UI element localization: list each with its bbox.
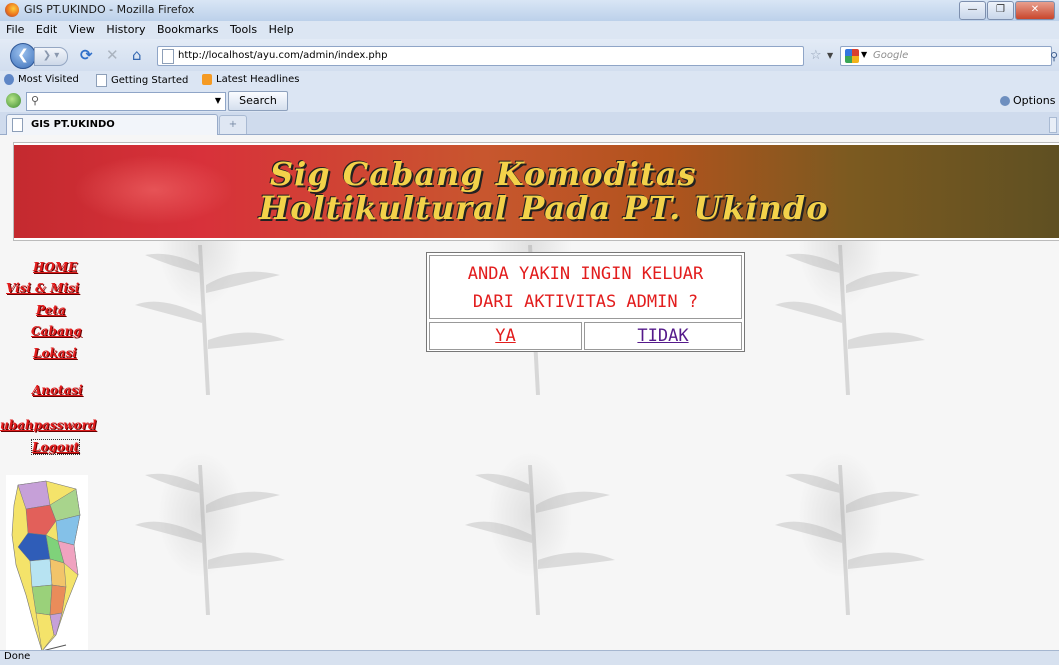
- stop-icon[interactable]: ✕: [106, 47, 119, 63]
- banner-title-line2: Holtikultural Pada PT. Ukindo: [259, 189, 829, 227]
- menu-view[interactable]: View: [65, 21, 99, 36]
- bookmarks-toolbar: Most Visited Getting Started Latest Head…: [0, 71, 1059, 90]
- sidebar-item-peta[interactable]: Peta: [36, 303, 66, 317]
- tab-strip: GIS PT.UKINDO +: [0, 112, 1059, 135]
- menu-bar: File Edit View History Bookmarks Tools H…: [0, 21, 1059, 39]
- bookmark-most-visited[interactable]: Most Visited: [4, 74, 79, 85]
- new-tab-button[interactable]: +: [219, 115, 247, 134]
- confirm-message: ANDA YAKIN INGIN KELUAR DARI AKTIVITAS A…: [429, 255, 742, 319]
- logout-confirm-table: ANDA YAKIN INGIN KELUAR DARI AKTIVITAS A…: [426, 252, 745, 352]
- back-button[interactable]: ❮: [10, 43, 36, 69]
- status-text: Done: [4, 651, 31, 662]
- options-icon: [1000, 95, 1010, 106]
- sidebar-item-anotasi[interactable]: Anotasi: [32, 383, 83, 397]
- status-bar: Done: [0, 650, 1059, 665]
- bookmark-latest-headlines[interactable]: Latest Headlines: [202, 74, 300, 85]
- no-link[interactable]: TIDAK: [637, 326, 688, 346]
- most-visited-icon: [4, 74, 14, 85]
- search-toolbar: ⚲ ▼ Search Options: [0, 90, 1059, 112]
- page-icon: [162, 49, 174, 64]
- search-icon[interactable]: ⚲: [1050, 50, 1058, 63]
- no-cell: TIDAK: [584, 322, 742, 350]
- sidebar-item-home[interactable]: HOME: [33, 260, 77, 274]
- menu-bookmarks[interactable]: Bookmarks: [153, 21, 222, 36]
- url-text: http://localhost/ayu.com/admin/index.php: [178, 50, 388, 61]
- bookmark-getting-started[interactable]: Getting Started: [96, 74, 188, 87]
- menu-tools[interactable]: Tools: [226, 21, 261, 36]
- maximize-button[interactable]: ❐: [987, 1, 1014, 20]
- bookmark-label: Latest Headlines: [216, 74, 300, 85]
- options-button[interactable]: Options: [1000, 94, 1055, 107]
- page-content: Sig Cabang Komoditas Holtikultural Pada …: [0, 135, 1059, 650]
- sidebar-item-visi-misi[interactable]: Visi & Misi: [6, 281, 79, 295]
- bamboo-decoration: [135, 465, 285, 615]
- home-icon[interactable]: ⌂: [132, 47, 142, 63]
- navigation-toolbar: ❮ ❯ ▾ ⟳ ✕ ⌂ http://localhost/ayu.com/adm…: [0, 39, 1059, 71]
- banner-glow: [74, 155, 234, 225]
- window-controls: — ❐ ✕: [959, 1, 1055, 20]
- bamboo-decoration: [775, 465, 925, 615]
- banner-title-line1: Sig Cabang Komoditas: [270, 155, 697, 193]
- forward-button[interactable]: ❯ ▾: [34, 47, 68, 66]
- confirm-message-line1: ANDA YAKIN INGIN KELUAR: [467, 264, 704, 284]
- tab-gis-ukindo[interactable]: GIS PT.UKINDO: [6, 114, 218, 135]
- page-icon: [96, 74, 107, 87]
- url-dropdown-icon[interactable]: ▼: [827, 51, 833, 60]
- yes-link[interactable]: YA: [495, 326, 515, 346]
- chevron-down-icon[interactable]: ▼: [215, 96, 221, 105]
- address-bar[interactable]: http://localhost/ayu.com/admin/index.php: [157, 46, 804, 66]
- minimize-button[interactable]: —: [959, 1, 986, 20]
- search-placeholder: Google: [873, 50, 909, 61]
- toolbar-search-input[interactable]: ⚲ ▼: [26, 92, 226, 111]
- bookmark-star-icon[interactable]: ☆: [810, 49, 822, 62]
- header-banner: Sig Cabang Komoditas Holtikultural Pada …: [14, 143, 1059, 240]
- menu-help[interactable]: Help: [265, 21, 298, 36]
- menu-history[interactable]: History: [102, 21, 149, 36]
- window-title: GIS PT.UKINDO - Mozilla Firefox: [24, 3, 195, 16]
- tab-title: GIS PT.UKINDO: [31, 119, 115, 130]
- options-label: Options: [1013, 94, 1056, 107]
- sidebar-item-lokasi[interactable]: Lokasi: [33, 346, 77, 360]
- reload-icon[interactable]: ⟳: [80, 47, 93, 63]
- rss-icon: [202, 74, 212, 85]
- web-search-box[interactable]: ▼ Google: [840, 46, 1052, 66]
- search-icon: ⚲: [31, 94, 40, 107]
- google-icon[interactable]: [845, 49, 859, 63]
- menu-edit[interactable]: Edit: [32, 21, 61, 36]
- confirm-message-line2: DARI AKTIVITAS ADMIN ?: [472, 292, 699, 312]
- close-button[interactable]: ✕: [1015, 1, 1055, 20]
- title-bar: GIS PT.UKINDO - Mozilla Firefox — ❐ ✕: [0, 0, 1059, 22]
- bamboo-decoration: [465, 465, 615, 615]
- bookmark-label: Getting Started: [111, 75, 189, 86]
- tab-list-button[interactable]: [1049, 117, 1057, 133]
- firefox-icon: [5, 3, 19, 17]
- sidebar-item-ubahpassword[interactable]: ubahpassword: [0, 418, 96, 432]
- map-thumbnail[interactable]: [6, 475, 88, 650]
- engine-dropdown-icon[interactable]: ▼: [861, 50, 867, 59]
- globe-icon[interactable]: [6, 93, 21, 108]
- menu-file[interactable]: File: [2, 21, 28, 36]
- bamboo-decoration: [135, 245, 285, 395]
- bookmark-label: Most Visited: [18, 74, 79, 85]
- toolbar-search-button[interactable]: Search: [228, 91, 288, 111]
- sidebar-item-cabang[interactable]: Cabang: [31, 324, 82, 338]
- bamboo-decoration: [775, 245, 925, 395]
- yes-cell: YA: [429, 322, 582, 350]
- page-icon: [12, 118, 23, 132]
- sidebar-item-logout[interactable]: Logout: [30, 439, 81, 455]
